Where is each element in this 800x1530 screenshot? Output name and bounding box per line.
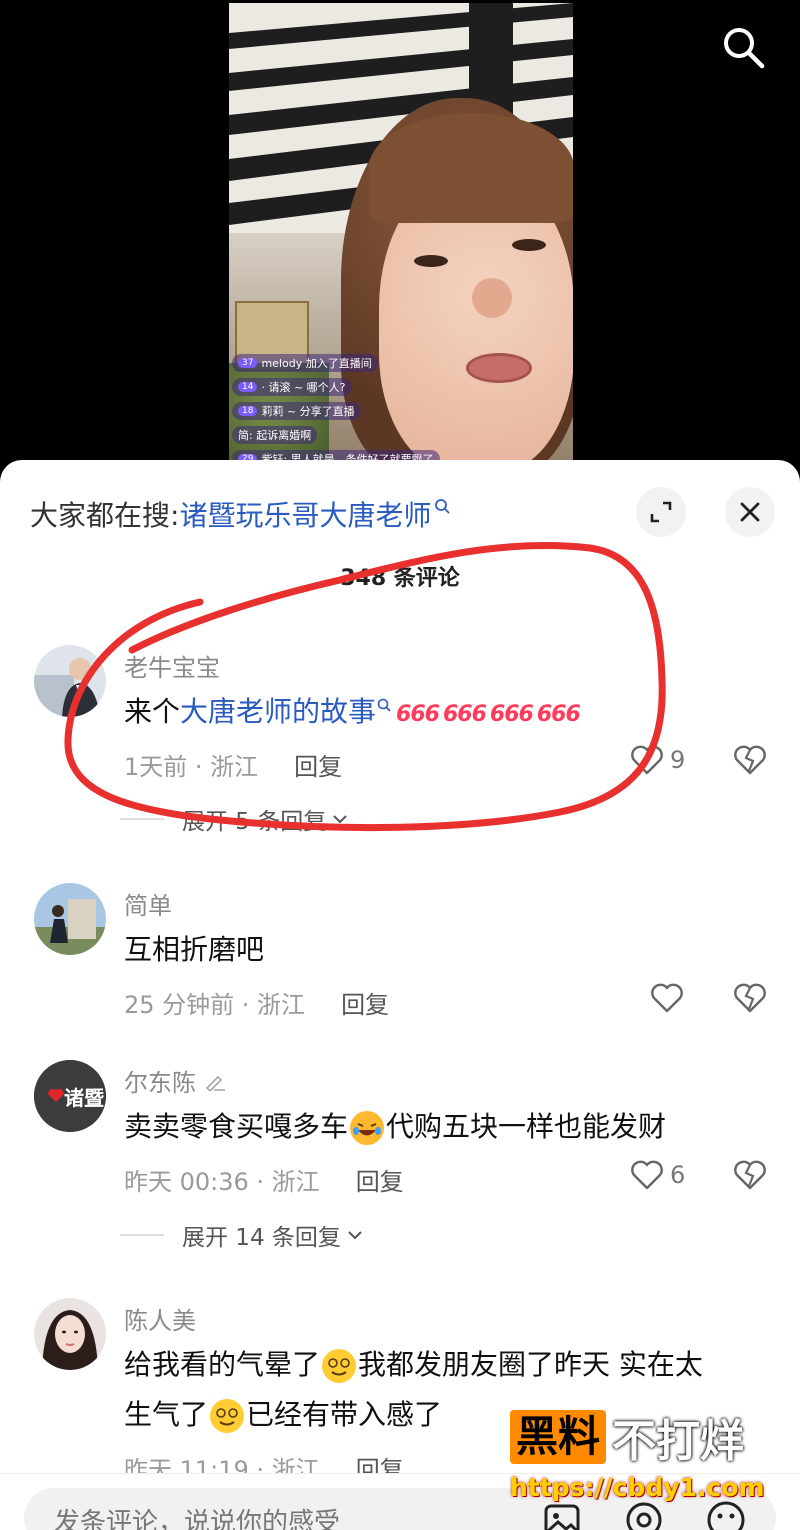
- live-comment: 14 · 请滚 ~ 哪个人?: [232, 376, 532, 397]
- broken-heart-icon[interactable]: [733, 745, 767, 775]
- reply-button[interactable]: 回复: [341, 985, 389, 1020]
- expand-button[interactable]: [636, 487, 686, 537]
- chevron-down-icon: [348, 1231, 362, 1240]
- emote-666: 666: [489, 702, 534, 727]
- emote-666: 666: [396, 702, 440, 727]
- comment-search-link[interactable]: 大唐老师的故事: [180, 695, 376, 728]
- avatar[interactable]: [34, 645, 106, 717]
- like-count: 9: [670, 746, 686, 774]
- like-button[interactable]: 9: [630, 745, 685, 775]
- dizzy-emoji-icon: [210, 1399, 245, 1433]
- emote-666: 666: [442, 702, 487, 727]
- emote-666: 666: [536, 702, 581, 727]
- comment-text: 互相折磨吧: [124, 933, 265, 966]
- comment-meta: 1天前 · 浙江 回复: [124, 747, 342, 782]
- live-comment: 18 莉莉 ~ 分享了直播: [232, 400, 532, 421]
- search-icon[interactable]: [718, 22, 768, 72]
- comment-time: 25 分钟前 · 浙江: [124, 991, 306, 1019]
- comment-text-part: 给我看的气晕了: [124, 1348, 321, 1381]
- comment-author[interactable]: 简单: [124, 886, 172, 921]
- comment-text-part: 生气了: [124, 1398, 209, 1431]
- live-comment: 简: 起诉离婚啊: [232, 424, 532, 445]
- nose: [472, 278, 512, 318]
- small-search-icon: [435, 499, 451, 514]
- live-comment-text: 莉莉 ~ 分享了直播: [261, 404, 355, 418]
- comment-text-part: 我都发朋友圈了昨天 实在太: [358, 1348, 703, 1381]
- comment-time: 昨天 00:36 · 浙江: [124, 1168, 320, 1196]
- avatar[interactable]: 诸暨: [34, 1060, 106, 1132]
- reply-button[interactable]: 回复: [356, 1162, 404, 1197]
- search-suggestion[interactable]: 大家都在搜: 诸暨玩乐哥大唐老师: [30, 494, 451, 534]
- comment-author-name: 尔东陈: [124, 1069, 196, 1097]
- left-eye: [414, 255, 448, 267]
- watermark-url: https://cbdy1.com: [510, 1473, 765, 1502]
- comment-author[interactable]: 老牛宝宝: [124, 648, 220, 683]
- level-badge: 37: [238, 357, 258, 368]
- expand-icon: [650, 501, 672, 523]
- comment-text-part: 已经有带入感了: [246, 1398, 443, 1431]
- expand-replies-label: 展开 14 条回复: [182, 1225, 341, 1251]
- avatar[interactable]: [34, 883, 106, 955]
- heart-icon: [631, 1160, 663, 1190]
- divider: [120, 818, 164, 820]
- comment-text-prefix: 来个: [124, 695, 181, 728]
- like-button[interactable]: [650, 983, 684, 1013]
- comment-text-part: 代购五块一样也能发财: [386, 1110, 667, 1143]
- small-search-icon: [377, 698, 391, 712]
- search-suggestion-prefix: 大家都在搜:: [30, 499, 180, 532]
- comment-sheet: 大家都在搜: 诸暨玩乐哥大唐老师 348 条评论 老牛宝宝 来个大唐老师的故事 …: [0, 460, 800, 1530]
- watermark: 黑料 不打烊 https://cbdy1.com: [510, 1405, 780, 1503]
- live-comment-text: · 请滚 ~ 哪个人?: [261, 380, 346, 394]
- level-badge: 14: [238, 381, 258, 392]
- dizzy-emoji-icon: [322, 1349, 357, 1383]
- streamer-bangs: [369, 113, 573, 223]
- live-comment-text: 简: 起诉离婚啊: [238, 428, 312, 442]
- right-eye: [512, 239, 546, 251]
- broken-heart-icon[interactable]: [733, 983, 767, 1013]
- expand-replies-label: 展开 5 条回复: [182, 809, 327, 835]
- live-video-area[interactable]: 37 melody 加入了直播间 14 · 请滚 ~ 哪个人? 18 莉莉 ~ 分享了…: [0, 0, 800, 480]
- live-comment: 37 melody 加入了直播间: [232, 352, 532, 373]
- edit-icon: [205, 1076, 225, 1092]
- live-comment-text: melody 加入了直播间: [261, 356, 372, 370]
- like-count: 6: [670, 1161, 686, 1189]
- reply-button[interactable]: 回复: [294, 747, 342, 782]
- comment-author[interactable]: 陈人美: [124, 1301, 196, 1336]
- laughing-emoji-icon: [350, 1111, 385, 1145]
- close-icon: [740, 502, 760, 522]
- divider: [120, 1234, 164, 1236]
- close-button[interactable]: [725, 487, 775, 537]
- comment-text-part: 卖卖零食买嘎多车: [124, 1110, 349, 1143]
- like-button[interactable]: 6: [630, 1160, 685, 1190]
- comment-time: 1天前 · 浙江: [124, 753, 259, 781]
- broken-heart-icon[interactable]: [733, 1160, 767, 1190]
- avatar[interactable]: [34, 1298, 106, 1370]
- comment-input-placeholder: 发条评论，说说你的感受: [54, 1508, 341, 1530]
- watermark-text: 不打烊: [612, 1416, 745, 1467]
- watermark-box-text: 黑料: [510, 1410, 607, 1464]
- expand-replies-button[interactable]: 展开 5 条回复: [120, 802, 348, 836]
- chevron-down-icon: [333, 815, 347, 824]
- comment-text: 卖卖零食买嘎多车 代购五块一样也能发财: [124, 1102, 764, 1152]
- heart-icon: [651, 983, 683, 1013]
- comment-text: 来个大唐老师的故事 666 666 666 666: [124, 687, 764, 740]
- search-suggestion-query[interactable]: 诸暨玩乐哥大唐老师: [179, 494, 431, 534]
- comment-meta: 昨天 00:36 · 浙江 回复: [124, 1162, 404, 1197]
- comment-count: 348 条评论: [340, 566, 460, 591]
- heart-icon: [631, 745, 663, 775]
- expand-replies-button[interactable]: 展开 14 条回复: [120, 1218, 363, 1252]
- avatar-text: 诸暨: [64, 1086, 104, 1110]
- comment-author[interactable]: 尔东陈: [124, 1063, 226, 1098]
- level-badge: 18: [238, 405, 258, 416]
- comment-meta: 25 分钟前 · 浙江 回复: [124, 985, 389, 1020]
- live-comment-feed: 37 melody 加入了直播间 14 · 请滚 ~ 哪个人? 18 莉莉 ~ 分享了…: [232, 352, 532, 472]
